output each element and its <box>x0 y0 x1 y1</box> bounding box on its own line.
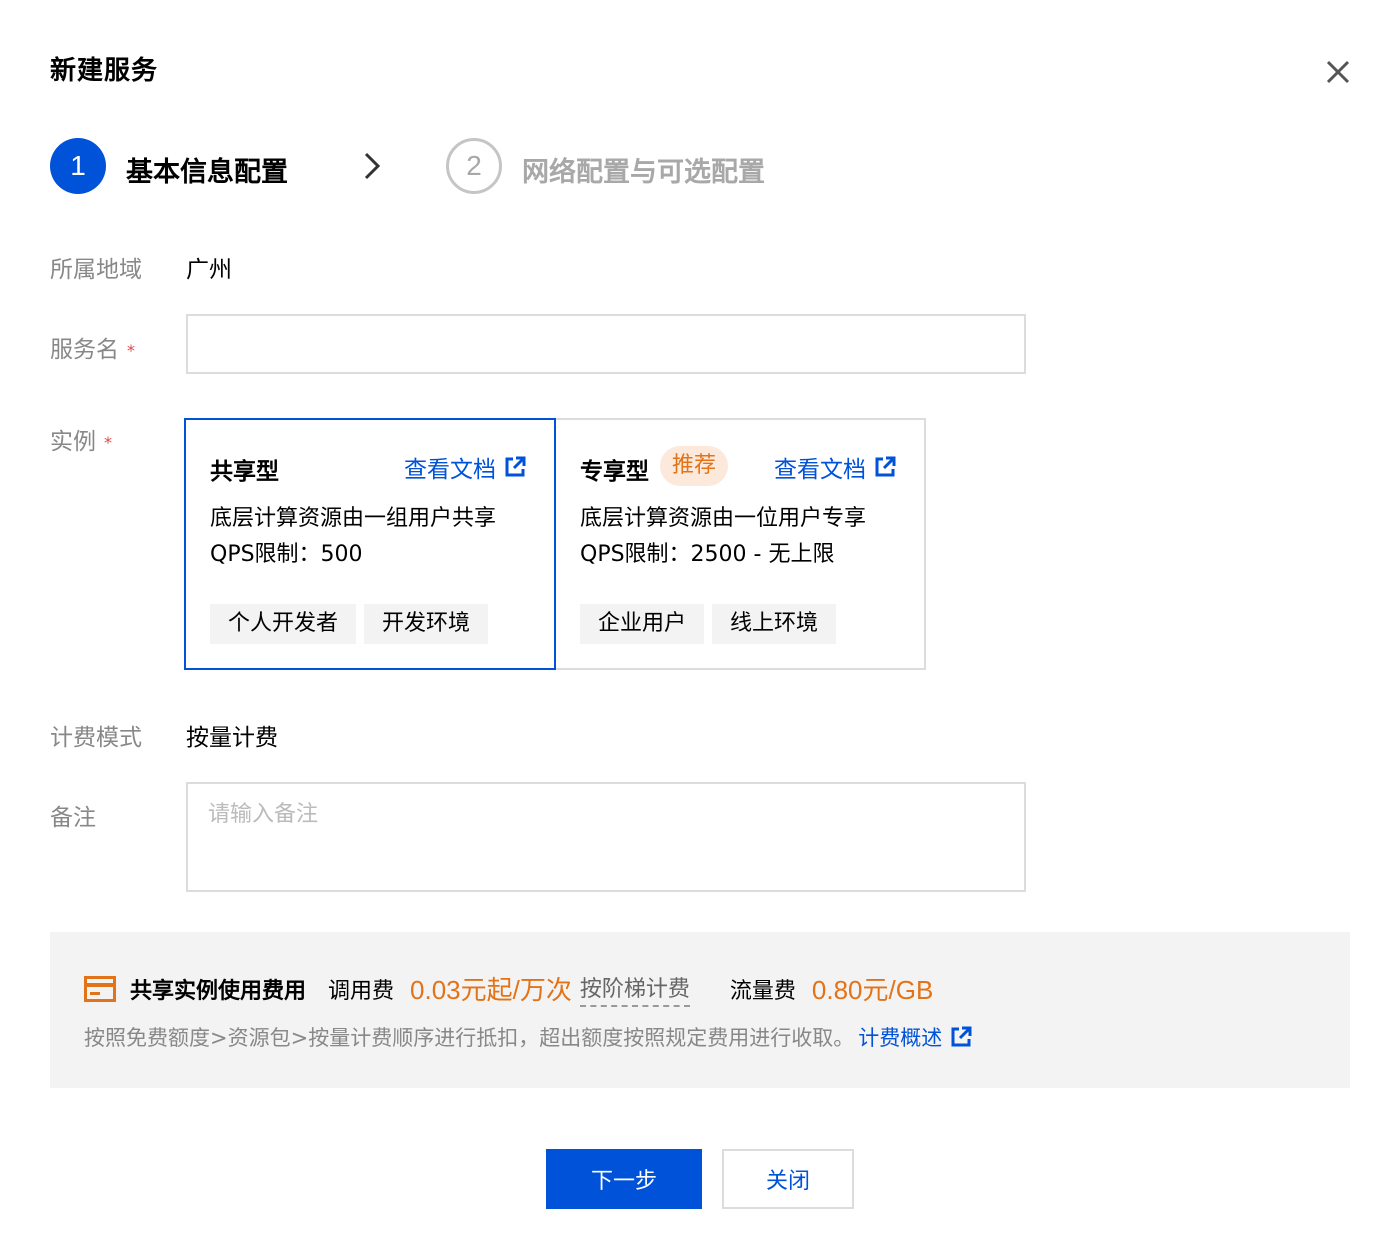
close-dialog-button[interactable]: 关闭 <box>722 1149 854 1209</box>
step-2-number: 2 <box>446 138 502 194</box>
service-name-input[interactable] <box>186 314 1026 374</box>
card-tags: 个人开发者 开发环境 <box>210 604 489 644</box>
region-value: 广州 <box>186 257 232 283</box>
recommend-badge: 推荐 <box>660 446 729 486</box>
card-qps: QPS限制：2500 - 无上限 <box>580 542 835 567</box>
fee-note-text: 按照免费额度>资源包>按量计费顺序进行抵扣，超出额度按照规定费用进行收取。 <box>84 1026 855 1050</box>
step-2-label: 网络配置与可选配置 <box>522 157 765 188</box>
view-docs-text: 查看文档 <box>774 457 866 483</box>
view-docs-link[interactable]: 查看文档 <box>774 450 896 484</box>
region-label: 所属地域 <box>50 257 142 283</box>
traffic-fee-price: 0.80元/GB <box>811 975 934 1005</box>
external-link-icon <box>875 456 896 477</box>
close-button[interactable] <box>1318 52 1358 92</box>
tag: 线上环境 <box>712 604 837 644</box>
card-title: 专享型 <box>580 459 649 485</box>
next-step-button[interactable]: 下一步 <box>546 1149 702 1209</box>
billing-overview-text: 计费概述 <box>858 1026 943 1050</box>
view-docs-text: 查看文档 <box>404 457 496 483</box>
external-link-icon <box>951 1026 972 1047</box>
call-fee-label: 调用费 <box>328 978 395 1004</box>
close-icon <box>1326 60 1350 84</box>
tag: 企业用户 <box>580 604 705 644</box>
traffic-fee-label: 流量费 <box>729 978 796 1004</box>
card-tags: 企业用户 线上环境 <box>580 604 837 644</box>
billing-card-icon <box>84 975 116 1002</box>
service-name-label-text: 服务名 <box>50 337 119 363</box>
tag: 开发环境 <box>364 604 489 644</box>
instance-label: 实例 * <box>50 422 112 456</box>
required-mark: * <box>127 341 135 360</box>
service-name-label: 服务名 * <box>50 330 135 364</box>
required-mark: * <box>104 433 112 452</box>
remark-label: 备注 <box>50 805 96 831</box>
remark-textarea[interactable] <box>186 782 1026 892</box>
tier-pricing-link[interactable]: 按阶梯计费 <box>579 971 690 1007</box>
card-qps: QPS限制：500 <box>210 542 363 567</box>
card-description: 底层计算资源由一组用户共享 <box>210 506 497 531</box>
instance-label-text: 实例 <box>50 429 96 455</box>
tag: 个人开发者 <box>210 604 357 644</box>
card-description: 底层计算资源由一位用户专享 <box>580 506 867 531</box>
external-link-icon <box>505 456 526 477</box>
card-title: 共享型 <box>210 459 279 485</box>
fee-note: 按照免费额度>资源包>按量计费顺序进行抵扣，超出额度按照规定费用进行收取。 计费… <box>84 1022 972 1052</box>
instance-card-dedicated[interactable]: 专享型 推荐 查看文档 底层计算资源由一位用户专享 QPS限制：2500 - 无… <box>554 418 926 670</box>
fee-panel: 共享实例使用费用 调用费 0.03元起/万次 按阶梯计费 流量费 0.80元/G… <box>50 932 1350 1088</box>
billing-mode-value: 按量计费 <box>186 725 278 751</box>
call-fee-price: 0.03元起/万次 <box>410 975 572 1005</box>
view-docs-link[interactable]: 查看文档 <box>404 450 526 484</box>
dialog-title: 新建服务 <box>50 56 159 86</box>
billing-mode-label: 计费模式 <box>50 725 142 751</box>
instance-card-shared[interactable]: 共享型 查看文档 底层计算资源由一组用户共享 QPS限制：500 个人开发者 开… <box>184 418 556 670</box>
chevron-right-icon <box>364 152 381 180</box>
fee-summary-row: 共享实例使用费用 调用费 0.03元起/万次 按阶梯计费 流量费 0.80元/G… <box>84 970 933 1007</box>
steps-indicator: 1 基本信息配置 2 网络配置与可选配置 <box>50 138 950 194</box>
step-1-label: 基本信息配置 <box>126 157 288 188</box>
billing-overview-link[interactable]: 计费概述 <box>858 1022 972 1052</box>
step-1-number: 1 <box>50 138 106 194</box>
fee-title: 共享实例使用费用 <box>130 978 307 1004</box>
